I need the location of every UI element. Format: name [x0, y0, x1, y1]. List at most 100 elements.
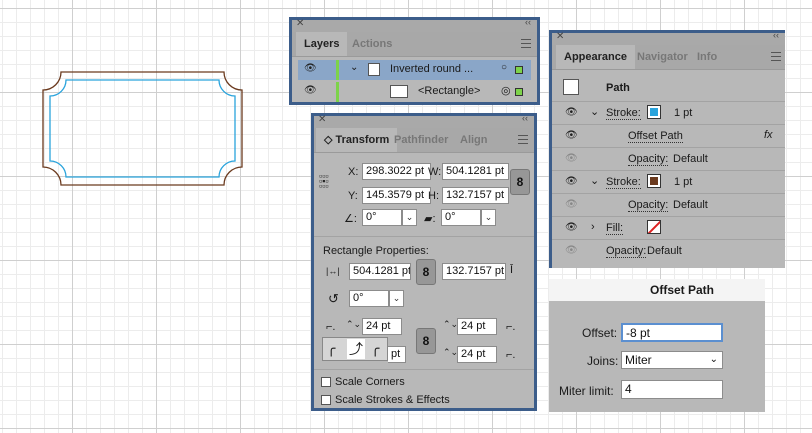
tab-appearance[interactable]: Appearance — [556, 45, 635, 69]
stepper-icon[interactable]: ⌃⌄ — [443, 347, 458, 358]
eye-icon[interactable]: 👁 — [565, 199, 578, 210]
tab-actions[interactable]: Actions — [344, 32, 400, 56]
shear-input[interactable]: 0° — [441, 209, 481, 226]
tab-pathfinder[interactable]: Pathfinder — [386, 128, 456, 152]
layer-row-group[interactable]: 👁 ⌄ Inverted round ... ○ — [298, 60, 531, 80]
eye-icon[interactable]: 👁 — [565, 176, 578, 187]
close-icon[interactable]: ✕ — [556, 31, 564, 42]
corners-link-icon[interactable]: 8 — [416, 328, 436, 354]
y-input[interactable]: 145.3579 pt — [362, 187, 431, 204]
eye-icon[interactable]: 👁 — [565, 130, 578, 141]
selection-square-icon[interactable] — [515, 66, 523, 74]
path-label: Path — [606, 82, 630, 94]
tab-layers[interactable]: Layers — [296, 32, 348, 56]
offset-input[interactable]: -8 pt — [621, 323, 723, 342]
fill-none-swatch[interactable] — [647, 220, 661, 234]
chevron-down-icon[interactable]: ⌄ — [590, 105, 599, 118]
tab-transform-label: Transform — [335, 134, 390, 146]
joins-value: Miter — [625, 353, 652, 367]
selection-square-icon[interactable] — [515, 88, 523, 96]
stepper-icon[interactable]: ⌃⌄ — [443, 319, 458, 330]
collapse-icon[interactable]: ‹‹ — [525, 17, 531, 27]
shear-dropdown-chevron-icon[interactable]: ⌄ — [481, 209, 496, 226]
rect-link-icon[interactable]: 8 — [416, 259, 436, 285]
target-icon[interactable]: ○ — [501, 62, 507, 73]
rotate-dropdown-chevron-icon[interactable]: ⌄ — [389, 290, 404, 307]
chevron-right-icon[interactable]: › — [591, 221, 595, 233]
fx-icon[interactable]: fx — [764, 129, 773, 141]
layer-row-rectangle[interactable]: 👁 <Rectangle> ◎ — [298, 82, 531, 102]
layers-panel: ✕ ‹‹ Layers Actions 👁 ⌄ Inverted round .… — [289, 17, 540, 105]
offset-path-effect[interactable]: Offset Path — [628, 130, 683, 143]
miter-limit-label: Miter limit: — [559, 384, 614, 398]
stroke2-weight[interactable]: 1 pt — [674, 176, 692, 188]
angle-input[interactable]: 0° — [362, 209, 402, 226]
tab-align[interactable]: Align — [452, 128, 496, 152]
corner-tl-input[interactable]: 24 pt — [362, 318, 402, 335]
rectangle-properties-label: Rectangle Properties: — [323, 245, 429, 257]
fill-label[interactable]: Fill: — [606, 222, 624, 235]
miter-limit-input[interactable]: 4 — [621, 380, 723, 399]
opacity1-value[interactable]: Default — [673, 153, 708, 165]
stroke2-swatch[interactable] — [647, 174, 661, 188]
h-input[interactable]: 132.7157 pt — [442, 187, 509, 204]
eye-icon[interactable]: 👁 — [304, 85, 317, 96]
eye-icon[interactable]: 👁 — [565, 107, 578, 118]
divider — [314, 369, 534, 370]
transform-topbar: ✕ ‹‹ — [314, 113, 534, 128]
stroke2-swatch-fill — [650, 177, 658, 185]
panel-menu-icon[interactable] — [771, 52, 781, 61]
reference-point-icon[interactable]: ▫▫▫ ▫▪▫ ▫▫▫ — [319, 172, 335, 191]
corner-bl-input[interactable]: pt — [388, 346, 406, 363]
close-icon[interactable]: ✕ — [296, 18, 304, 29]
corner-tr-input[interactable]: 24 pt — [457, 318, 497, 335]
panel-menu-icon[interactable] — [518, 135, 528, 144]
scale-strokes-checkbox[interactable] — [321, 395, 331, 405]
chamfer-corner-icon[interactable]: ╭ — [371, 340, 379, 357]
corner-type-popup[interactable]: ╭ ⤴ ╭ — [322, 337, 388, 361]
height-icon: Ī — [510, 264, 514, 276]
inverted-round-corner-icon[interactable]: ⤴ — [347, 339, 365, 359]
layer-name[interactable]: <Rectangle> — [418, 85, 480, 97]
opacity2-label[interactable]: Opacity: — [628, 199, 669, 212]
stroke1-weight[interactable]: 1 pt — [674, 107, 692, 119]
tab-navigator[interactable]: Navigator — [629, 45, 696, 69]
collapse-icon[interactable]: ‹‹ — [522, 113, 528, 123]
rect-height-input[interactable]: 132.7157 pt — [442, 263, 506, 280]
x-label: X: — [348, 166, 359, 178]
target-icon[interactable]: ◎ — [501, 84, 511, 97]
collapse-icon[interactable]: ‹‹ — [773, 30, 779, 40]
eye-icon[interactable]: 👁 — [565, 222, 578, 233]
stroke1-swatch[interactable] — [647, 105, 661, 119]
panel-menu-icon[interactable] — [521, 39, 531, 48]
eye-icon[interactable]: 👁 — [565, 245, 578, 256]
close-icon[interactable]: ✕ — [318, 114, 326, 125]
opacity3-value[interactable]: Default — [647, 245, 682, 257]
chevron-down-icon[interactable]: ⌄ — [590, 174, 599, 187]
stroke1-label[interactable]: Stroke: — [606, 107, 641, 120]
corner-br-input[interactable]: 24 pt — [457, 346, 497, 363]
stroke2-label[interactable]: Stroke: — [606, 176, 641, 189]
chevron-down-icon[interactable]: ⌄ — [350, 62, 358, 73]
appearance-tabs: Appearance Navigator Info — [552, 45, 785, 70]
eye-icon[interactable]: 👁 — [565, 153, 578, 164]
joins-select[interactable]: Miter ⌄ — [621, 351, 723, 369]
opacity1-label[interactable]: Opacity: — [628, 153, 669, 166]
dialog-titlebar: Offset Path — [549, 279, 765, 301]
opacity3-label[interactable]: Opacity: — [606, 245, 647, 258]
offset-path-dialog: Offset Path Offset: -8 pt Joins: Miter ⌄… — [549, 279, 765, 412]
round-corner-icon[interactable]: ╭ — [327, 340, 335, 357]
tab-info[interactable]: Info — [689, 45, 725, 69]
stepper-icon[interactable]: ⌃⌄ — [346, 319, 361, 330]
rect-width-input[interactable]: 504.1281 pt — [349, 263, 411, 280]
layer-name[interactable]: Inverted round ... — [390, 63, 473, 75]
opacity2-value[interactable]: Default — [673, 199, 708, 211]
w-input[interactable]: 504.1281 pt — [442, 163, 509, 180]
scale-corners-checkbox[interactable] — [321, 377, 331, 387]
constrain-proportions-link-icon[interactable]: 8 — [510, 169, 530, 195]
x-input[interactable]: 298.3022 pt — [362, 163, 431, 180]
angle-dropdown-chevron-icon[interactable]: ⌄ — [402, 209, 417, 226]
eye-icon[interactable]: 👁 — [304, 63, 317, 74]
rotate-input[interactable]: 0° — [349, 290, 389, 307]
path-thumbnail — [563, 79, 579, 95]
